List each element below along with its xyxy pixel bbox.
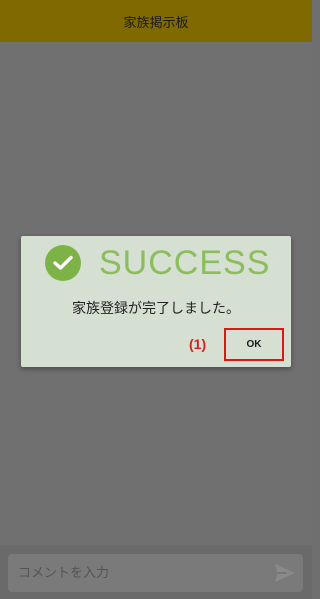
send-icon — [275, 563, 295, 583]
send-button[interactable] — [273, 562, 297, 584]
comment-bar — [0, 545, 312, 599]
success-header: SUCCESS — [45, 244, 270, 282]
comment-input-container — [8, 554, 303, 592]
check-circle-icon — [45, 245, 81, 281]
ok-button[interactable]: OK — [224, 328, 284, 361]
success-status-text: SUCCESS — [99, 243, 271, 282]
comment-input[interactable] — [8, 554, 268, 592]
app-header: 家族掲示板 — [0, 0, 312, 42]
annotation-step-label: (1) — [189, 336, 207, 352]
ok-button-label: OK — [246, 339, 262, 350]
success-dialog: SUCCESS 家族登録が完了しました。 (1) OK — [21, 236, 291, 367]
success-message: 家族登録が完了しました。 — [72, 301, 240, 317]
page-title: 家族掲示板 — [123, 15, 189, 31]
